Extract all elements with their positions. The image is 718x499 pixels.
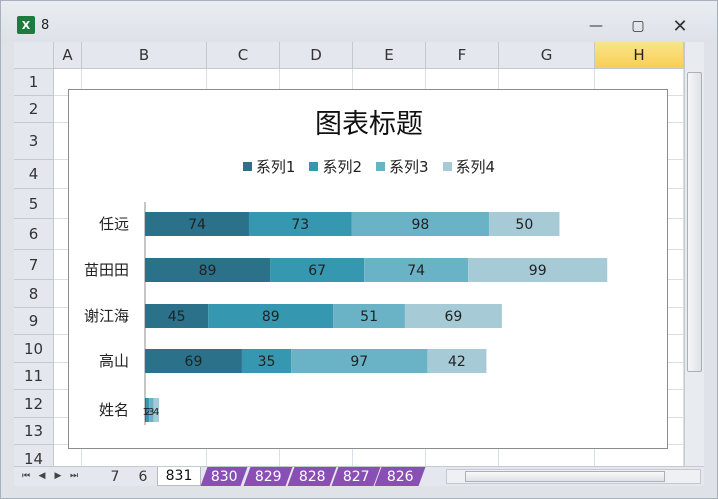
column-header-d[interactable]: D	[280, 42, 353, 69]
data-label: 74	[407, 263, 425, 279]
sheet-tab-label: 829	[254, 468, 282, 485]
sheet-tab-827[interactable]: 827	[331, 467, 381, 486]
category-label: 高山	[99, 352, 129, 370]
sheet-tab-831[interactable]: 831	[157, 467, 201, 486]
row-header-2[interactable]: 2	[14, 96, 54, 123]
sheet-tab-label: 826	[386, 468, 414, 485]
data-label: 69	[185, 354, 203, 370]
data-label: 35	[258, 354, 276, 370]
sheet-tab-label: 827	[342, 468, 370, 485]
sheet-tab-bar: ⏮ ◀ ▶ ⏭ 7 6 831 830 829 828 827 826	[14, 466, 704, 486]
column-header-b[interactable]: B	[82, 42, 207, 69]
category-label: 姓名	[99, 401, 129, 419]
first-sheet-button[interactable]: ⏮	[20, 469, 32, 483]
column-header-c[interactable]: C	[207, 42, 280, 69]
horizontal-scroll-thumb[interactable]	[465, 471, 665, 482]
row-header-4[interactable]: 4	[14, 160, 54, 189]
row-header-8[interactable]: 8	[14, 280, 54, 308]
data-label: 98	[411, 217, 429, 233]
category-label: 任远	[99, 215, 129, 233]
prev-sheet-button[interactable]: ◀	[36, 469, 48, 483]
sheet-tab-label: 828	[298, 468, 326, 485]
row-header-6[interactable]: 6	[14, 219, 54, 250]
data-label: 67	[308, 263, 326, 279]
maximize-button[interactable]: ▢	[621, 14, 655, 38]
row-header-12[interactable]: 12	[14, 390, 54, 418]
next-sheet-button[interactable]: ▶	[52, 469, 64, 483]
row-header-1[interactable]: 1	[14, 69, 54, 96]
data-label: 89	[262, 309, 280, 325]
data-label: 89	[199, 263, 217, 279]
sheet-tab-828[interactable]: 828	[287, 467, 337, 486]
window-title: 8	[41, 18, 50, 33]
row-header-10[interactable]: 10	[14, 335, 54, 363]
data-label: 74	[188, 217, 206, 233]
row-header-9[interactable]: 9	[14, 308, 54, 335]
data-label: 42	[448, 354, 466, 370]
last-sheet-button[interactable]: ⏭	[68, 469, 80, 483]
title-bar: X 8 — ▢ ✕	[1, 1, 717, 42]
data-label: 69	[444, 309, 462, 325]
row-header-11[interactable]: 11	[14, 363, 54, 390]
column-header-a[interactable]: A	[54, 42, 82, 69]
data-label: 45	[168, 309, 186, 325]
column-header-g[interactable]: G	[499, 42, 595, 69]
data-label: 73	[291, 217, 309, 233]
vertical-scroll-thumb[interactable]	[687, 72, 702, 372]
close-button[interactable]: ✕	[663, 14, 697, 38]
column-header-h[interactable]: H	[595, 42, 684, 69]
data-label: 50	[515, 217, 533, 233]
sheet-tab-label: 830	[210, 468, 238, 485]
sheet-tab-826[interactable]: 826	[374, 467, 426, 486]
column-header-e[interactable]: E	[353, 42, 426, 69]
horizontal-scrollbar[interactable]	[446, 469, 701, 484]
excel-app-icon[interactable]: X	[17, 16, 35, 34]
sheet-tab-label: 6	[138, 468, 148, 485]
sheet-tab-6[interactable]: 6	[134, 467, 152, 486]
category-label: 谢江海	[84, 307, 129, 325]
data-label: 51	[360, 309, 378, 325]
data-label: 99	[529, 263, 547, 279]
sheet-tab-829[interactable]: 829	[243, 467, 293, 486]
data-label: 4	[153, 407, 159, 418]
sheet-tab-label: 7	[110, 468, 120, 485]
sheet-tab-7[interactable]: 7	[104, 467, 126, 486]
row-header-7[interactable]: 7	[14, 250, 54, 280]
chart-area[interactable]: 图表标题 系列1 系列2 系列3 系列4 任远 74 73 98 50 苗田田 89 67 74 99 谢…	[68, 89, 668, 449]
row-header-5[interactable]: 5	[14, 189, 54, 219]
sheet-tab-label: 831	[165, 468, 193, 484]
column-header-f[interactable]: F	[426, 42, 499, 69]
minimize-button[interactable]: —	[579, 14, 613, 38]
data-label: 97	[350, 354, 368, 370]
row-header-3[interactable]: 3	[14, 123, 54, 160]
row-header-13[interactable]: 13	[14, 418, 54, 445]
category-label: 苗田田	[84, 261, 129, 279]
chart-plot-area: 任远 74 73 98 50 苗田田 89 67 74 99 谢江海 45 89 51 69 高山 69 35 97…	[84, 202, 608, 425]
vertical-scrollbar[interactable]	[684, 42, 704, 466]
select-all-corner[interactable]	[14, 42, 54, 69]
sheet-tab-830[interactable]: 830	[200, 467, 248, 486]
